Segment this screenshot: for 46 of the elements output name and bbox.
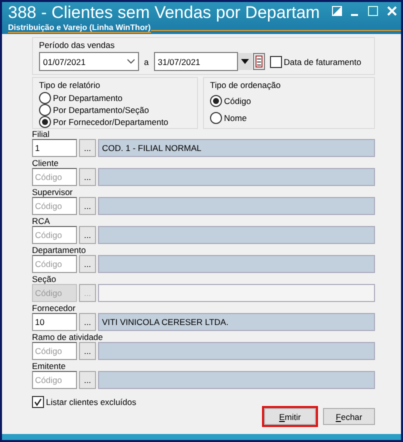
separator-label: a bbox=[144, 56, 149, 66]
start-date-field[interactable]: 01/07/2021 bbox=[39, 52, 139, 71]
field-label: Departamento bbox=[32, 245, 87, 255]
radio-option[interactable]: Por Departamento/Seção bbox=[39, 104, 191, 116]
lookup-button[interactable]: ... bbox=[79, 342, 96, 360]
lookup-button[interactable]: ... bbox=[79, 313, 96, 331]
field-label: RCA bbox=[32, 216, 51, 226]
lookup-button[interactable]: ... bbox=[79, 197, 96, 215]
radio-option[interactable]: Por Fornecedor/Departamento bbox=[39, 116, 191, 128]
billing-date-checkbox[interactable]: Data de faturamento bbox=[270, 56, 362, 68]
window-title: 388 - Clientes sem Vendas por Departam bbox=[8, 2, 320, 23]
group-label: Tipo de ordenação bbox=[210, 80, 282, 90]
lookup-button[interactable]: ... bbox=[79, 226, 96, 244]
field-label: Filial bbox=[32, 129, 50, 139]
lookup-button[interactable]: ... bbox=[79, 255, 96, 273]
field-label: Emitente bbox=[32, 361, 67, 371]
window-subtitle: Distribuição e Varejo (Linha WinThor) bbox=[8, 23, 151, 33]
radio-option[interactable]: Código bbox=[210, 92, 368, 109]
end-date-field[interactable]: 31/07/2021 bbox=[154, 52, 238, 71]
restore-icon[interactable] bbox=[332, 6, 342, 16]
checkmark-icon bbox=[34, 398, 42, 406]
calendar-icon[interactable] bbox=[252, 53, 265, 70]
chevron-icon bbox=[127, 59, 135, 64]
description-field: VITI VINICOLA CERESER LTDA. bbox=[98, 313, 375, 331]
radio-option[interactable]: Nome bbox=[210, 109, 368, 126]
field-label: Ramo de atividade bbox=[32, 332, 104, 342]
field-label: Fornecedor bbox=[32, 303, 76, 313]
field-label: Seção bbox=[32, 274, 58, 284]
close-button[interactable]: Fechar bbox=[323, 408, 375, 425]
emit-button[interactable]: Emitir bbox=[264, 408, 316, 425]
lookup-button[interactable]: ... bbox=[79, 139, 96, 157]
close-icon[interactable] bbox=[387, 6, 397, 16]
group-label: Período das vendas bbox=[39, 40, 116, 50]
group-label: Tipo de relatório bbox=[39, 80, 102, 90]
excluded-clients-checkbox[interactable]: Listar clientes excluídos bbox=[32, 396, 375, 408]
lookup-button[interactable]: ... bbox=[79, 371, 96, 389]
field-label: Cliente bbox=[32, 158, 60, 168]
dropdown-button[interactable] bbox=[238, 53, 252, 70]
code-field[interactable]: 10 bbox=[32, 313, 77, 331]
code-field[interactable]: 1 bbox=[32, 139, 77, 157]
maximize-icon[interactable] bbox=[368, 6, 378, 16]
description-field: COD. 1 - FILIAL NORMAL bbox=[98, 139, 375, 157]
lookup-button[interactable]: ... bbox=[79, 168, 96, 186]
radio-option[interactable]: Por Departamento bbox=[39, 92, 191, 104]
triangle-icon bbox=[240, 59, 249, 64]
field-label: Supervisor bbox=[32, 187, 74, 197]
